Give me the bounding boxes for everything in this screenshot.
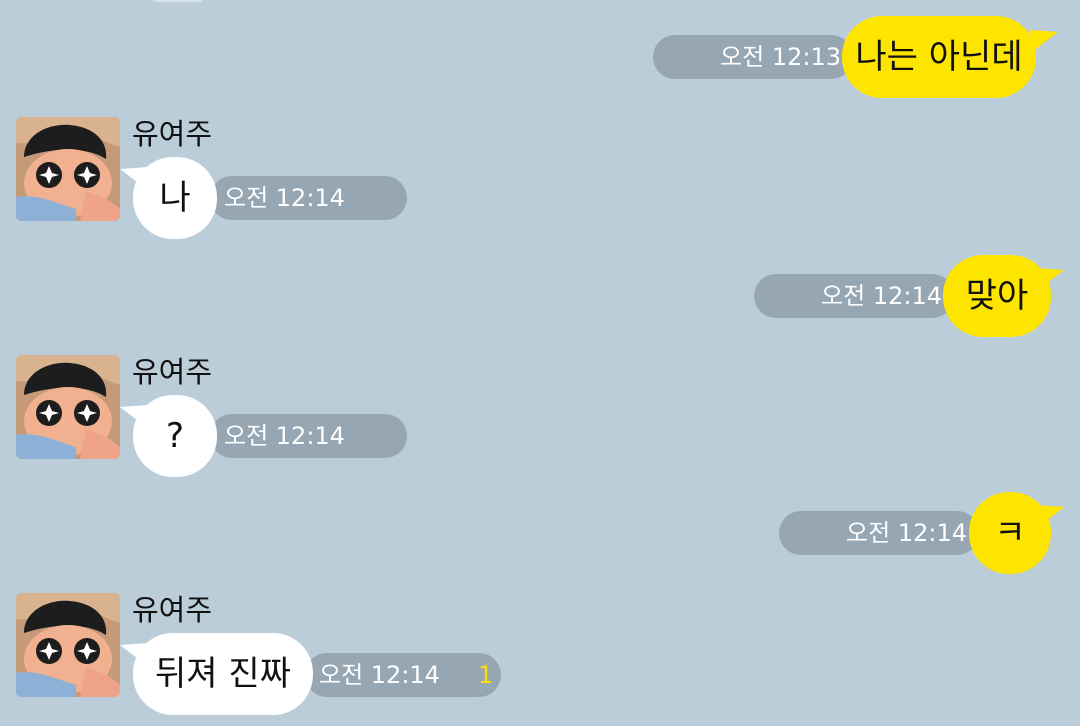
- message-time: 오전 12:14: [210, 414, 407, 458]
- message-time-text: 오전 12:14: [319, 661, 440, 689]
- cartoon-avatar-icon: [16, 593, 120, 697]
- message-time: 오전 12:14: [779, 511, 979, 555]
- message-time: 오전 12:14 1: [305, 653, 501, 697]
- message-bubble[interactable]: 뒤져 진짜: [133, 633, 313, 715]
- message-time: 오전 12:14: [210, 176, 407, 220]
- message-bubble[interactable]: 맞아: [943, 255, 1051, 337]
- bubble-tail: [1030, 30, 1058, 52]
- message-row-other-3: 유여주 오전 12:14 1 뒤져 진짜: [0, 586, 1080, 726]
- message-row-me-2: 오전 12:14 맞아: [0, 242, 1080, 342]
- message-time: 오전 12:14: [754, 274, 954, 318]
- cartoon-avatar-icon: [16, 117, 120, 221]
- sender-avatar[interactable]: [16, 117, 120, 221]
- message-row-me-1: 오전 12:13 나는 아닌데: [0, 0, 1080, 110]
- cartoon-avatar-icon: [16, 355, 120, 459]
- sender-avatar[interactable]: [16, 593, 120, 697]
- unread-count-badge: 1: [477, 661, 494, 689]
- sender-name: 유여주: [132, 355, 213, 389]
- sender-name: 유여주: [132, 593, 213, 627]
- message-row-me-3: 오전 12:14 ㅋ: [0, 480, 1080, 580]
- sender-name: 유여주: [132, 117, 213, 151]
- bubble-tail: [1036, 268, 1064, 290]
- message-bubble[interactable]: ?: [133, 395, 217, 477]
- sender-avatar[interactable]: [16, 355, 120, 459]
- message-time: 오전 12:13: [653, 35, 853, 79]
- message-bubble[interactable]: 나는 아닌데: [842, 16, 1036, 98]
- bubble-tail: [1036, 505, 1064, 527]
- message-row-other-2: 유여주 오전 12:14 ?: [0, 348, 1080, 480]
- message-row-other-1: 유여주 오전 12:14 나: [0, 110, 1080, 242]
- message-bubble[interactable]: 나: [133, 157, 217, 239]
